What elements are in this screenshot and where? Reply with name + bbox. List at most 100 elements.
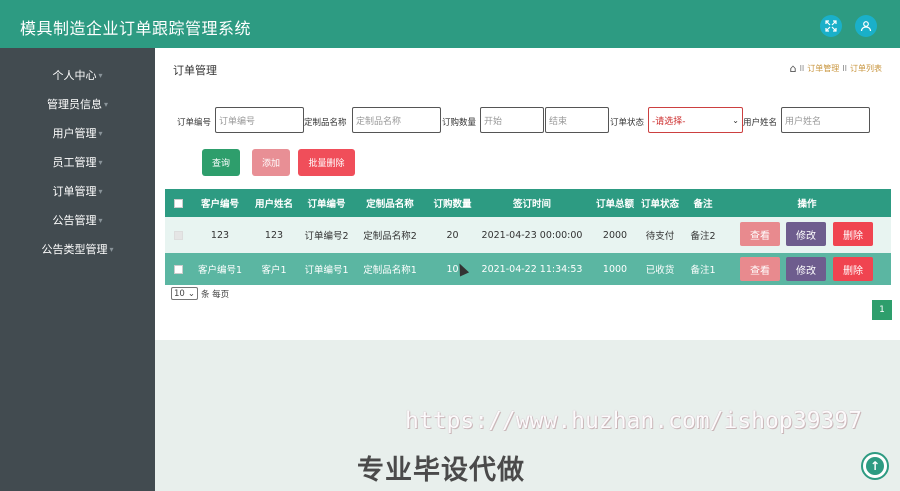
select-all-cell — [165, 189, 191, 217]
fullscreen-button[interactable] — [820, 15, 842, 37]
column-header: 备注 — [693, 199, 713, 210]
cell-note: 备注2 — [690, 231, 716, 242]
status-select-value: -请选择- — [652, 116, 686, 127]
quantity-start-input[interactable]: 开始 — [480, 107, 544, 133]
table-row: 123 123 订单编号2 定制品名称2 20 2021-04-23 00:00… — [165, 217, 891, 253]
edit-button[interactable]: 修改 — [786, 257, 826, 281]
top-bar: 模具制造企业订单跟踪管理系统 — [0, 0, 900, 48]
cell-status: 待支付 — [645, 231, 675, 242]
sidebar-item-label: 管理员信息 — [46, 98, 102, 111]
chevron-down-icon: ⌄ — [732, 115, 739, 125]
page-size-select[interactable]: 10 ⌄ — [171, 287, 198, 300]
cell-signed-at: 2021-04-23 00:00:00 — [481, 229, 583, 241]
chevron-down-icon: ⌄ — [187, 288, 195, 299]
sidebar-item-label: 员工管理 — [52, 156, 97, 169]
column-header: 订购数量 — [433, 199, 472, 210]
column-header: 用户姓名 — [254, 199, 293, 210]
column-header: 订单状态 — [640, 199, 679, 210]
pagination-size: 10 ⌄ 条 每页 — [171, 287, 229, 300]
page-size-value: 10 — [174, 288, 185, 299]
sidebar-item-notice-management[interactable]: 公告管理 ▾ — [0, 209, 155, 231]
page-size-label: 条 每页 — [200, 289, 230, 300]
cell-product: 定制品名称2 — [363, 231, 417, 242]
scroll-to-top-button[interactable]: ↑ — [861, 452, 889, 480]
home-icon[interactable]: ⌂ — [790, 62, 797, 75]
sidebar-item-label: 订单管理 — [52, 185, 97, 198]
delete-button[interactable]: 删除 — [833, 222, 873, 246]
main-panel: 订单管理 ⌂ II 订单管理 II 订单列表 订单编号 订单编号 定制品名称 定… — [155, 48, 900, 340]
status-label: 订单状态 — [610, 118, 645, 128]
row-select-cell — [165, 253, 191, 285]
chevron-down-icon: ▾ — [98, 70, 103, 80]
sidebar-item-label: 公告管理 — [52, 214, 97, 227]
breadcrumb-item: 订单列表 — [850, 64, 882, 73]
cell-user-name: 客户1 — [261, 265, 287, 276]
sidebar-item-user-management[interactable]: 用户管理 ▾ — [0, 122, 155, 144]
column-header: 操作 — [797, 199, 817, 210]
sidebar-item-notice-type-management[interactable]: 公告类型管理 ▾ — [0, 238, 155, 260]
promo-text: 专业毕设代做 — [357, 455, 525, 486]
quantity-end-input[interactable]: 结束 — [545, 107, 609, 133]
cell-product: 定制品名称1 — [363, 265, 417, 276]
query-button[interactable]: 查询 — [202, 149, 240, 176]
cell-user-name: 123 — [264, 229, 284, 241]
page-title: 订单管理 — [173, 64, 217, 77]
user-name-label: 用户姓名 — [743, 118, 778, 128]
cell-signed-at: 2021-04-22 11:34:53 — [481, 263, 583, 275]
sidebar-item-label: 用户管理 — [52, 127, 97, 140]
cell-note: 备注1 — [690, 265, 716, 276]
breadcrumb: ⌂ II 订单管理 II 订单列表 — [790, 62, 882, 75]
quantity-label: 订购数量 — [442, 118, 477, 128]
cell-order-no: 订单编号2 — [304, 231, 349, 242]
batch-delete-button[interactable]: 批量删除 — [298, 149, 355, 176]
arrow-up-icon: ↑ — [866, 457, 884, 475]
cell-status: 已收货 — [645, 265, 675, 276]
column-header: 订单编号 — [307, 199, 346, 210]
delete-button[interactable]: 删除 — [833, 257, 873, 281]
sidebar-item-admin-info[interactable]: 管理员信息 ▾ — [0, 93, 155, 115]
column-header: 客户编号 — [200, 199, 239, 210]
chevron-down-icon: ▾ — [98, 215, 103, 225]
view-button[interactable]: 查看 — [740, 222, 780, 246]
chevron-down-icon: ▾ — [98, 157, 103, 167]
sidebar-item-label: 公告类型管理 — [41, 243, 108, 256]
app-title: 模具制造企业订单跟踪管理系统 — [20, 19, 252, 38]
add-button[interactable]: 添加 — [252, 149, 290, 176]
sidebar-item-staff-management[interactable]: 员工管理 ▾ — [0, 151, 155, 173]
breadcrumb-item[interactable]: 订单管理 — [807, 63, 839, 74]
row-checkbox[interactable] — [173, 230, 183, 240]
order-no-label: 订单编号 — [177, 118, 212, 128]
order-no-input[interactable]: 订单编号 — [215, 107, 304, 133]
user-icon — [860, 21, 872, 32]
expand-icon — [825, 20, 837, 32]
cell-customer-no: 123 — [210, 229, 230, 241]
cell-customer-no: 客户编号1 — [197, 265, 243, 276]
user-name-input[interactable]: 用户姓名 — [781, 107, 870, 133]
cell-order-no: 订单编号1 — [304, 265, 349, 276]
select-all-checkbox[interactable] — [173, 198, 183, 208]
chevron-down-icon: ▾ — [98, 128, 103, 138]
watermark: https://www.huzhan.com/ishop39397 — [405, 408, 862, 434]
cell-qty: 20 — [446, 229, 459, 241]
column-header: 定制品名称 — [366, 199, 414, 210]
sidebar-item-label: 个人中心 — [52, 69, 97, 82]
breadcrumb-separator: II — [799, 64, 805, 73]
table-header-row: 客户编号 用户姓名 订单编号 定制品名称 订购数量 签订时间 订单总额 订单状态… — [165, 189, 891, 217]
row-checkbox[interactable] — [173, 264, 183, 274]
sidebar-item-order-management[interactable]: 订单管理 ▾ — [0, 180, 155, 202]
user-button[interactable] — [855, 15, 877, 37]
product-name-input[interactable]: 定制品名称 — [352, 107, 441, 133]
breadcrumb-separator: II — [842, 64, 847, 73]
cell-qty: 10 — [446, 263, 459, 275]
product-name-label: 定制品名称 — [304, 118, 347, 128]
sidebar-item-personal-center[interactable]: 个人中心 ▾ — [0, 64, 155, 86]
view-button[interactable]: 查看 — [740, 257, 780, 281]
table-row: 客户编号1 客户1 订单编号1 定制品名称1 10 2021-04-22 11:… — [165, 253, 891, 285]
page-number-button[interactable]: 1 — [872, 300, 892, 320]
chevron-down-icon: ▾ — [98, 186, 103, 196]
chevron-down-icon: ▾ — [103, 99, 108, 109]
status-select[interactable]: -请选择- ⌄ — [648, 107, 743, 133]
sidebar: 个人中心 ▾ 管理员信息 ▾ 用户管理 ▾ 员工管理 ▾ 订单管理 ▾ 公告管理 ▾ 公告类… — [0, 48, 155, 491]
row-select-cell — [165, 217, 191, 253]
edit-button[interactable]: 修改 — [786, 222, 826, 246]
